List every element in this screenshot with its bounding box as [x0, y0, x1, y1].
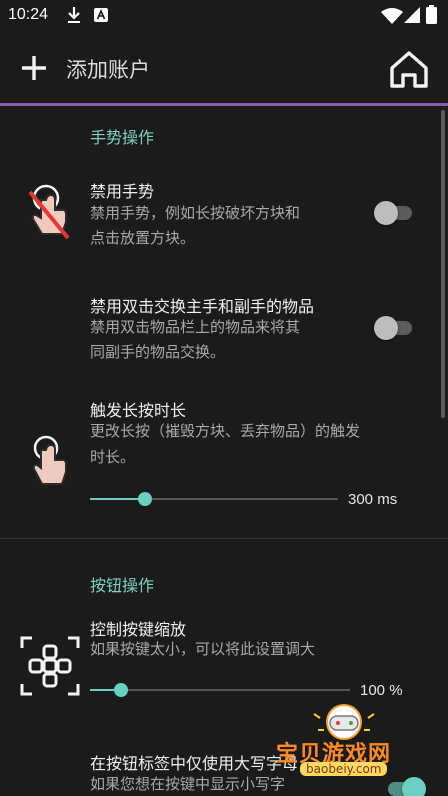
plus-icon[interactable]: [20, 54, 48, 82]
setting-description: 如果按键太小，可以将此设置调大: [90, 640, 316, 658]
button-scale-value: 100 %: [360, 682, 403, 699]
slider-thumb[interactable]: [114, 683, 128, 697]
slider-thumb[interactable]: [138, 492, 152, 506]
setting-description: 禁用双击物品栏上的物品来将其: [90, 318, 301, 336]
setting-title: 触发长按时长: [90, 401, 187, 420]
touch-gesture-icon: [32, 435, 67, 485]
section-divider: [0, 538, 448, 539]
page-title: 添加账户: [66, 59, 150, 82]
setting-title: 禁用双击交换主手和副手的物品: [90, 297, 315, 316]
long-press-value: 300 ms: [348, 491, 398, 508]
disabled-gesture-icon: [28, 184, 70, 240]
setting-title: 在按钮标签中仅使用大写字母: [90, 754, 299, 773]
download-icon: [68, 7, 80, 23]
section-title-buttons: 按钮操作: [90, 576, 155, 595]
wifi-icon: [381, 8, 403, 24]
setting-description: 时长。: [90, 448, 136, 466]
setting-description: 如果您想在按键中显示小写字: [90, 775, 286, 793]
setting-description: 更改长按（摧毁方块、丢弃物品）的触发: [90, 422, 361, 440]
disable-gestures-toggle[interactable]: [374, 200, 416, 225]
disable-double-tap-toggle[interactable]: [374, 315, 416, 340]
status-time: 10:24: [8, 6, 49, 23]
a-notification-icon: [94, 8, 108, 22]
section-title-gesture: 手势操作: [90, 128, 155, 147]
setting-description: 同副手的物品交换。: [90, 343, 226, 361]
setting-description: 禁用手势，例如长按破坏方块和: [90, 204, 301, 222]
settings-list[interactable]: 手势操作 禁用手势 禁用手势，例如长按破坏方块和 点击放置方块。 禁用双击交换主…: [0, 106, 448, 796]
battery-icon: [426, 5, 437, 24]
button-scale-slider[interactable]: [90, 680, 350, 700]
long-press-slider[interactable]: [90, 489, 338, 509]
app-bar: 添加账户: [0, 32, 448, 104]
status-bar: 10:24: [0, 0, 448, 32]
cellular-signal-icon: [404, 7, 420, 23]
watermark-url: baobeiy.com: [300, 762, 388, 776]
setting-description: 点击放置方块。: [90, 229, 196, 247]
button-layout-icon: [20, 636, 80, 696]
setting-title: 禁用手势: [90, 182, 155, 201]
home-icon[interactable]: [388, 48, 430, 90]
scrollbar[interactable]: [441, 110, 445, 418]
